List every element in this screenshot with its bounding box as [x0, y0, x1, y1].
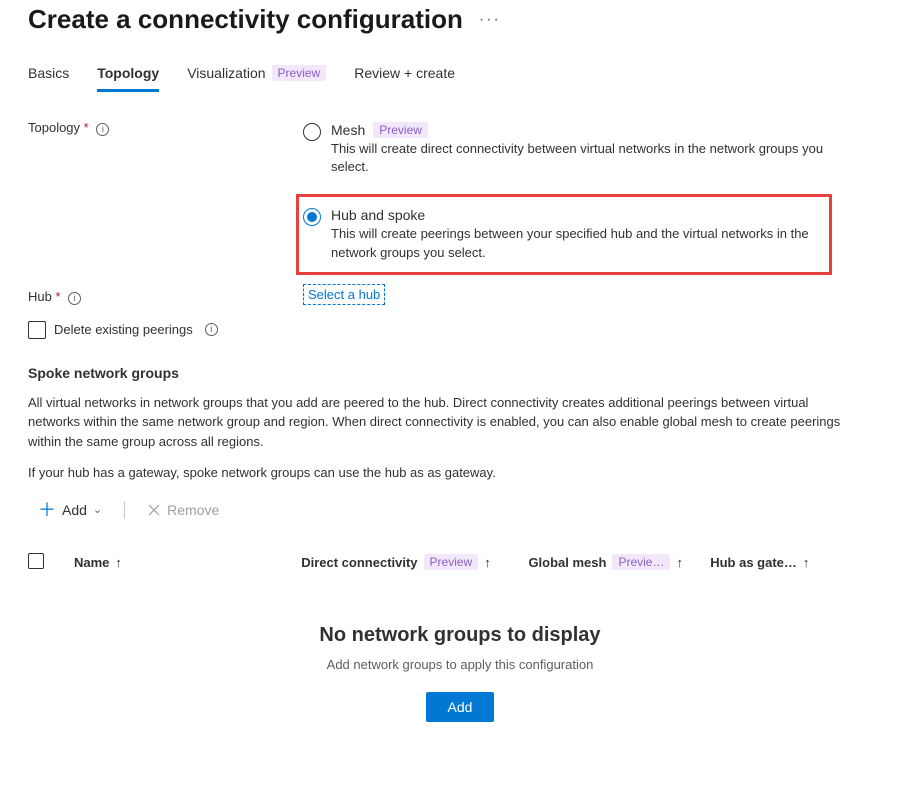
sort-icon: ↑ — [676, 555, 683, 570]
column-label: Global mesh — [528, 555, 606, 570]
hub-label: Hub — [28, 289, 52, 304]
empty-subtext: Add network groups to apply this configu… — [28, 657, 892, 672]
tab-basics[interactable]: Basics — [28, 59, 69, 92]
info-icon[interactable]: i — [205, 323, 218, 336]
column-hub-as-gateway[interactable]: Hub as gate… ↑ — [710, 555, 892, 570]
preview-badge: Preview — [272, 65, 327, 81]
empty-heading: No network groups to display — [28, 624, 892, 647]
column-label: Hub as gate… — [710, 555, 797, 570]
select-hub-link[interactable]: Select a hub — [303, 284, 385, 305]
radio-title: Mesh — [331, 122, 365, 138]
column-global-mesh[interactable]: Global mesh Previe… ↑ — [528, 554, 710, 570]
radio-option-hub-and-spoke[interactable]: Hub and spoke This will create peerings … — [296, 194, 832, 274]
delete-peerings-checkbox[interactable] — [28, 321, 46, 339]
preview-badge: Preview — [373, 122, 428, 138]
required-indicator: * — [55, 289, 60, 304]
radio-title: Hub and spoke — [331, 207, 425, 223]
info-icon[interactable]: i — [96, 123, 109, 136]
tab-topology[interactable]: Topology — [97, 59, 159, 92]
remove-label: Remove — [167, 502, 219, 518]
info-icon[interactable]: i — [68, 292, 81, 305]
preview-badge: Preview — [424, 554, 479, 570]
empty-add-button[interactable]: Add — [426, 692, 495, 722]
sort-icon: ↑ — [484, 555, 491, 570]
radio-description: This will create direct connectivity bet… — [331, 140, 832, 176]
tab-review-create[interactable]: Review + create — [354, 59, 455, 92]
close-icon — [147, 503, 161, 517]
sort-icon: ↑ — [803, 555, 810, 570]
radio-option-mesh[interactable]: Mesh Preview This will create direct con… — [303, 118, 832, 180]
select-all-checkbox[interactable] — [28, 553, 44, 569]
tab-bar: Basics Topology Visualization Preview Re… — [28, 59, 892, 92]
add-button[interactable]: ＋ Add ⌄ — [28, 495, 112, 525]
column-label: Name — [74, 555, 109, 570]
add-label: Add — [62, 502, 87, 518]
sort-icon: ↑ — [115, 555, 122, 570]
spoke-heading: Spoke network groups — [28, 365, 892, 381]
tab-label: Visualization — [187, 65, 265, 81]
chevron-down-icon: ⌄ — [93, 503, 102, 516]
more-icon[interactable]: ··· — [479, 11, 501, 29]
separator — [124, 501, 125, 519]
radio-description: This will create peerings between your s… — [331, 225, 821, 261]
tab-visualization[interactable]: Visualization Preview — [187, 59, 326, 92]
radio-circle[interactable] — [303, 123, 321, 141]
plus-icon: ＋ — [38, 501, 56, 519]
preview-badge: Previe… — [612, 554, 670, 570]
remove-button: Remove — [137, 496, 229, 524]
column-label: Direct connectivity — [301, 555, 417, 570]
column-name[interactable]: Name ↑ — [74, 555, 301, 570]
page-title: Create a connectivity configuration — [28, 4, 463, 35]
radio-circle[interactable] — [303, 208, 321, 226]
spoke-desc-1: All virtual networks in network groups t… — [28, 393, 848, 452]
topology-label: Topology — [28, 120, 80, 135]
delete-peerings-label: Delete existing peerings — [54, 322, 193, 337]
spoke-desc-2: If your hub has a gateway, spoke network… — [28, 463, 848, 483]
column-direct-connectivity[interactable]: Direct connectivity Preview ↑ — [301, 554, 528, 570]
required-indicator: * — [84, 120, 89, 135]
